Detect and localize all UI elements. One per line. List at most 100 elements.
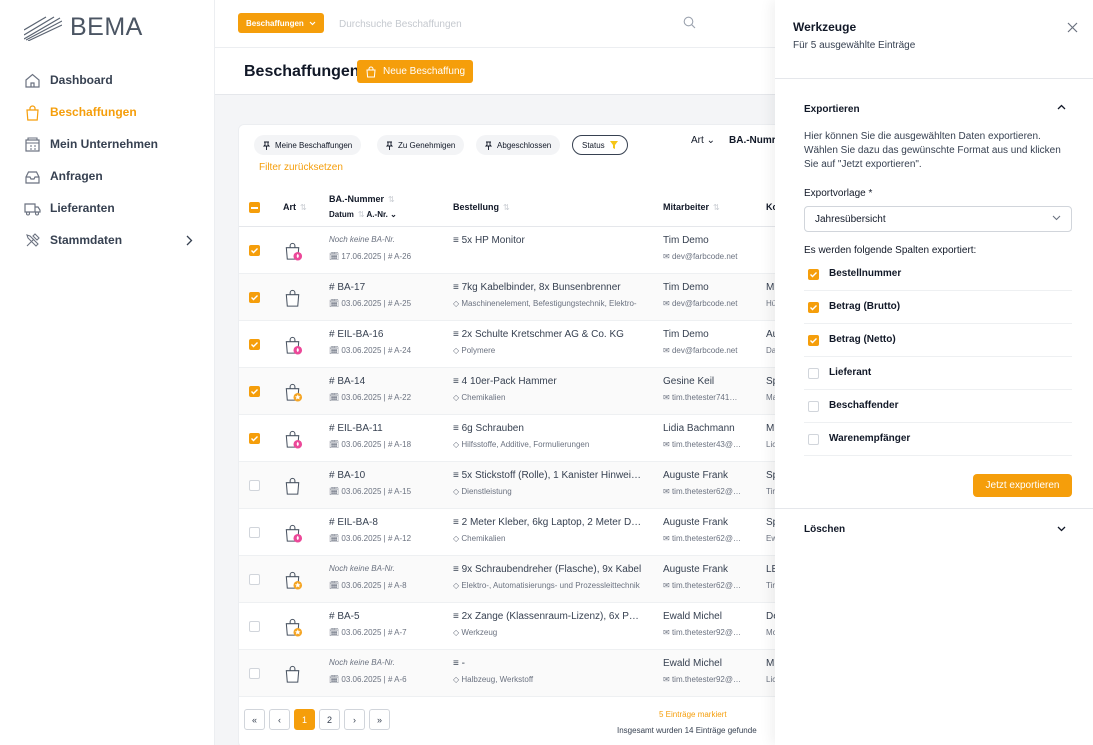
next-page-button[interactable]: › bbox=[344, 709, 365, 730]
header-date[interactable]: Datum ⇅ A.-Nr. ⌄ bbox=[329, 210, 397, 219]
employee-email: ✉ tim.thetester92@gmail.com bbox=[663, 675, 745, 684]
row-checkbox[interactable] bbox=[249, 527, 260, 538]
column-checkbox[interactable] bbox=[808, 368, 819, 379]
reset-filters-link[interactable]: Filter zurücksetzen bbox=[259, 162, 343, 173]
row-checkbox[interactable] bbox=[249, 621, 260, 632]
table-row[interactable]: # BA-14 🗓 03.06.2025 | # A-22 ≡ 4 10er-Pac… bbox=[239, 368, 775, 415]
sidebar-item-mein-unternehmen[interactable]: Mein Unternehmen bbox=[0, 128, 215, 160]
calendar-icon: 🗓 bbox=[329, 393, 340, 402]
art-select[interactable]: Art ⌄ bbox=[691, 135, 715, 146]
search-input[interactable] bbox=[339, 14, 669, 34]
filter-status[interactable]: Status bbox=[572, 135, 628, 155]
export-column-row[interactable]: Betrag (Brutto) bbox=[804, 291, 1072, 324]
column-checkbox[interactable] bbox=[808, 401, 819, 412]
date-anr: 🗓 03.06.2025 | # A-18 bbox=[329, 440, 411, 449]
cost-center-sub: Ew bbox=[766, 534, 775, 543]
page-2-button[interactable]: 2 bbox=[319, 709, 340, 730]
table-row[interactable]: # EIL-BA-11 🗓 03.06.2025 | # A-18 ≡ 6g Sch… bbox=[239, 415, 775, 462]
order-text: 6g Schrauben bbox=[461, 423, 524, 434]
sidebar-item-anfragen[interactable]: Anfragen bbox=[0, 160, 215, 192]
row-checkbox[interactable] bbox=[249, 574, 260, 585]
export-column-row[interactable]: Beschaffender bbox=[804, 390, 1072, 423]
search-icon[interactable] bbox=[683, 16, 696, 29]
column-checkbox[interactable] bbox=[808, 269, 819, 280]
export-column-row[interactable]: Warenempfänger bbox=[804, 423, 1072, 456]
art-select-label: Art bbox=[691, 135, 704, 146]
procurement-bag-icon bbox=[285, 289, 300, 307]
row-checkbox[interactable] bbox=[249, 386, 260, 397]
table-row[interactable]: # BA-17 🗓 03.06.2025 | # A-25 ≡ 7kg Kabelb… bbox=[239, 274, 775, 321]
mail-icon: ✉ bbox=[663, 252, 670, 261]
last-page-button[interactable]: » bbox=[369, 709, 390, 730]
chevron-down-icon[interactable] bbox=[1057, 526, 1066, 532]
category-text: Polymere bbox=[461, 346, 496, 355]
ba-number: Noch keine BA-Nr. bbox=[329, 658, 395, 667]
table-row[interactable]: # EIL-BA-8 🗓 03.06.2025 | # A-12 ≡ 2 Meter… bbox=[239, 509, 775, 556]
date-anr-text: 03.06.2025 | # A-8 bbox=[341, 581, 407, 590]
sidebar-item-stammdaten[interactable]: Stammdaten bbox=[0, 224, 215, 256]
table-row[interactable]: # BA-5 🗓 03.06.2025 | # A-7 ≡ 2x Zange (Kl… bbox=[239, 603, 775, 650]
date-anr: 🗓 03.06.2025 | # A-7 bbox=[329, 628, 407, 637]
divider bbox=[775, 508, 1093, 509]
column-checkbox[interactable] bbox=[808, 302, 819, 313]
delete-section-header[interactable]: Löschen bbox=[804, 524, 845, 535]
export-template-select[interactable]: Jahresübersicht bbox=[804, 206, 1072, 232]
page-1-button[interactable]: 1 bbox=[294, 709, 315, 730]
category-text: Chemikalien bbox=[461, 393, 506, 402]
export-now-button[interactable]: Jetzt exportieren bbox=[973, 474, 1072, 497]
date-anr: 🗓 03.06.2025 | # A-15 bbox=[329, 487, 411, 496]
column-checkbox[interactable] bbox=[808, 335, 819, 346]
procurement-bag-icon bbox=[285, 618, 303, 637]
search-scope-dropdown[interactable]: Beschaffungen bbox=[238, 13, 324, 33]
table-row[interactable]: Noch keine BA-Nr. 🗓 03.06.2025 | # A-6 ≡ -… bbox=[239, 650, 775, 697]
email-text: tim.thetester92@gmail.com bbox=[671, 675, 745, 684]
cost-center: Ml bbox=[766, 658, 775, 669]
table-row[interactable]: Noch keine BA-Nr. 🗓 17.06.2025 | # A-26 ≡ … bbox=[239, 227, 775, 274]
sidebar-item-lieferanten[interactable]: Lieferanten bbox=[0, 192, 215, 224]
row-checkbox[interactable] bbox=[249, 433, 260, 444]
sidebar-item-dashboard[interactable]: Dashboard bbox=[0, 64, 215, 96]
cost-center-sub: Tir bbox=[766, 487, 775, 496]
table-row[interactable]: # BA-10 🗓 03.06.2025 | # A-15 ≡ 5x Stickst… bbox=[239, 462, 775, 509]
row-checkbox[interactable] bbox=[249, 245, 260, 256]
sidebar-item-beschaffungen[interactable]: Beschaffungen bbox=[0, 96, 215, 128]
prev-page-button[interactable]: ‹ bbox=[269, 709, 290, 730]
table-row[interactable]: # EIL-BA-16 🗓 03.06.2025 | # A-24 ≡ 2x Sch… bbox=[239, 321, 775, 368]
export-column-row[interactable]: Betrag (Netto) bbox=[804, 324, 1072, 357]
close-icon[interactable] bbox=[1067, 22, 1078, 33]
filter-my-procurements[interactable]: Meine Beschaffungen bbox=[254, 135, 362, 155]
table-row[interactable]: Noch keine BA-Nr. 🗓 03.06.2025 | # A-8 ≡ 9… bbox=[239, 556, 775, 603]
panel-subtitle: Für 5 ausgewählte Einträge bbox=[793, 40, 916, 51]
select-all-checkbox[interactable] bbox=[249, 202, 260, 213]
first-page-button[interactable]: « bbox=[244, 709, 265, 730]
new-procurement-button[interactable]: Neue Beschaffung bbox=[357, 60, 474, 83]
export-column-row[interactable]: Lieferant bbox=[804, 357, 1072, 390]
row-checkbox[interactable] bbox=[249, 480, 260, 491]
filter-completed[interactable]: Abgeschlossen bbox=[476, 135, 561, 155]
header-order[interactable]: Bestellung ⇅ bbox=[453, 202, 510, 212]
logo[interactable]: BEMA bbox=[24, 13, 143, 42]
header-employee[interactable]: Mitarbeiter ⇅ bbox=[663, 202, 720, 212]
export-section-header[interactable]: Exportieren bbox=[804, 104, 860, 115]
order-text: 7kg Kabelbinder, 8x Bunsenbrenner bbox=[461, 282, 621, 293]
row-checkbox[interactable] bbox=[249, 339, 260, 350]
check-icon bbox=[810, 272, 817, 278]
ba-number: # BA-14 bbox=[329, 376, 366, 387]
header-k[interactable]: Ko bbox=[766, 202, 775, 212]
sort-icon: ⇅ bbox=[713, 203, 720, 212]
cost-center: Sp bbox=[766, 470, 775, 481]
column-checkbox[interactable] bbox=[808, 434, 819, 445]
panel-title: Werkzeuge bbox=[793, 20, 857, 34]
export-column-row[interactable]: Bestellnummer bbox=[804, 258, 1072, 291]
banr-select[interactable]: BA.-Numr bbox=[729, 135, 775, 146]
order-text: 9x Schraubendreher (Flasche), 9x Kabel bbox=[461, 564, 642, 575]
header-art[interactable]: Art ⇅ bbox=[283, 202, 307, 212]
row-checkbox[interactable] bbox=[249, 668, 260, 679]
procurement-bag-icon bbox=[285, 242, 303, 261]
header-banr[interactable]: BA.-Nummer ⇅ bbox=[329, 194, 395, 204]
row-checkbox[interactable] bbox=[249, 292, 260, 303]
filter-to-approve[interactable]: Zu Genehmigen bbox=[377, 135, 465, 155]
list-icon: ≡ bbox=[453, 611, 459, 622]
chevron-up-icon[interactable] bbox=[1057, 104, 1066, 110]
order-text: 5x Stickstoff (Rolle), 1 Kanister Hinwei… bbox=[461, 470, 643, 481]
